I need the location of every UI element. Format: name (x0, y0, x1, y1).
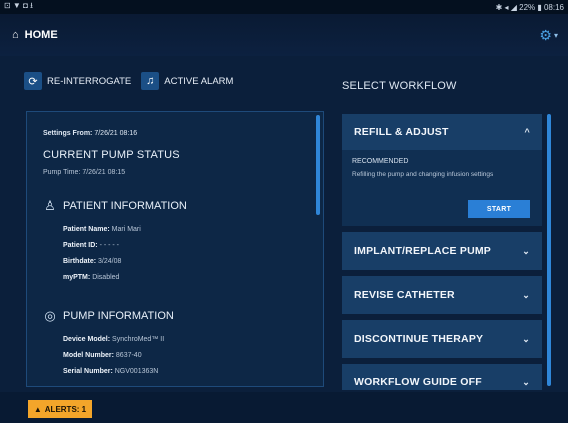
home-button[interactable]: ⌂ HOME (12, 29, 58, 41)
serial-number-label: Serial Number: (63, 368, 113, 375)
alerts-label: ALERTS: 1 (44, 404, 87, 414)
chevron-down-icon: ⌄ (522, 289, 530, 300)
settings-button[interactable]: ⚙ ▾ (539, 27, 558, 44)
model-number-label: Model Number: (63, 352, 114, 359)
start-button[interactable]: START (468, 200, 530, 218)
active-alarm-button[interactable]: ♫ ACTIVE ALARM (141, 72, 233, 90)
refill-description: Refilling the pump and changing infusion… (352, 171, 494, 178)
myptm-label: myPTM: (63, 274, 91, 281)
pump-status-content: Settings From: 7/26/21 08:16 CURRENT PUM… (43, 130, 313, 380)
patient-heading-text: PATIENT INFORMATION (63, 200, 187, 212)
workflow-label: IMPLANT/REPLACE PUMP (354, 245, 492, 257)
action-bar: ⟳ RE-INTERROGATE ♫ ACTIVE ALARM (24, 72, 233, 90)
workflow-label: DISCONTINUE THERAPY (354, 333, 484, 345)
alerts-button[interactable]: ▲ ALERTS: 1 (28, 400, 92, 418)
chevron-up-icon: ^ (524, 127, 530, 137)
device-model-row: Device Model: SynchroMed™ II (63, 332, 313, 348)
serial-number-row: Serial Number: NGV001363N (63, 364, 313, 380)
workflow-implant-replace[interactable]: IMPLANT/REPLACE PUMP ⌄ (342, 232, 542, 270)
patient-id-value: - - - - - (99, 242, 120, 249)
refresh-icon: ⟳ (24, 72, 42, 90)
myptm-value: Disabled (92, 274, 120, 281)
chevron-down-icon: ⌄ (522, 333, 530, 344)
reinterrogate-label: RE-INTERROGATE (47, 75, 132, 87)
patient-details: Patient Name: Mari Mari Patient ID: - - … (63, 222, 313, 286)
app-bar: ⌂ HOME ⚙ ▾ (0, 14, 568, 56)
refill-adjust-details: RECOMMENDED Refilling the pump and chang… (342, 150, 542, 226)
settings-from-value: 7/26/21 08:16 (94, 130, 138, 137)
patient-name-label: Patient Name: (63, 226, 110, 233)
pump-time-label: Pump Time: (43, 169, 81, 176)
status-scrollbar[interactable] (316, 115, 320, 215)
home-icon: ⌂ (12, 29, 19, 41)
system-status-bar: ⊡ ▼ ◘ ⭳ ✱ ◂ ◢ 22% ▮ 08:16 (0, 0, 568, 14)
patient-name-value: Mari Mari (111, 226, 141, 233)
current-pump-status-heading: CURRENT PUMP STATUS (43, 149, 180, 161)
status-bar-left: ⊡ ▼ ◘ ⭳ (4, 1, 33, 10)
birthdate-label: Birthdate: (63, 258, 97, 265)
birthdate-row: Birthdate: 3/24/08 (63, 254, 313, 270)
model-number-row: Model Number: 8637-40 (63, 348, 313, 364)
workflow-label: WORKFLOW GUIDE OFF (354, 376, 482, 388)
pump-icon: ◎ (44, 308, 56, 323)
workflow-refill-adjust[interactable]: REFILL & ADJUST ^ (342, 114, 542, 150)
patient-id-row: Patient ID: - - - - - (63, 238, 313, 254)
workflow-revise-catheter[interactable]: REVISE CATHETER ⌄ (342, 276, 542, 314)
select-workflow-title: SELECT WORKFLOW (342, 80, 457, 92)
device-model-value: SynchroMed™ II (112, 336, 165, 343)
patient-information-heading: ♙ PATIENT INFORMATION (43, 198, 313, 214)
reinterrogate-button[interactable]: ⟳ RE-INTERROGATE (24, 72, 131, 90)
workflow-guide-off[interactable]: WORKFLOW GUIDE OFF ⌄ (342, 364, 542, 390)
settings-from-label: Settings From: (43, 130, 93, 137)
pump-heading-text: PUMP INFORMATION (63, 310, 174, 322)
patient-name-row: Patient Name: Mari Mari (63, 222, 313, 238)
chevron-down-icon: ⌄ (522, 245, 530, 256)
device-model-label: Device Model: (63, 336, 111, 343)
workflow-label: REVISE CATHETER (354, 289, 455, 301)
home-title: HOME (24, 29, 58, 41)
settings-from: Settings From: 7/26/21 08:16 (43, 130, 313, 137)
person-icon: ♙ (44, 198, 56, 213)
bell-icon: ♫ (141, 72, 160, 90)
pump-time: Pump Time: 7/26/21 08:15 (43, 169, 313, 176)
chevron-down-icon: ▾ (553, 30, 558, 40)
model-number-value: 8637-40 (115, 352, 142, 359)
pump-time-value: 7/26/21 08:15 (82, 169, 126, 176)
pump-status-panel[interactable]: Settings From: 7/26/21 08:16 CURRENT PUM… (26, 111, 324, 387)
workflow-label: REFILL & ADJUST (354, 126, 449, 138)
birthdate-value: 3/24/08 (98, 258, 122, 265)
warning-icon: ▲ (33, 404, 42, 414)
pump-information-heading: ◎ PUMP INFORMATION (43, 308, 313, 324)
status-bar-right: ✱ ◂ ◢ 22% ▮ 08:16 (495, 2, 564, 12)
workflow-discontinue-therapy[interactable]: DISCONTINUE THERAPY ⌄ (342, 320, 542, 358)
workflow-scrollbar[interactable] (547, 114, 551, 386)
chevron-down-icon: ⌄ (522, 377, 530, 387)
gear-icon: ⚙ (539, 26, 552, 43)
patient-id-label: Patient ID: (63, 242, 98, 249)
pump-details: Device Model: SynchroMed™ II Model Numbe… (63, 332, 313, 380)
myptm-row: myPTM: Disabled (63, 270, 313, 286)
active-alarm-label: ACTIVE ALARM (164, 75, 234, 87)
serial-number-value: NGV001363N (114, 368, 159, 375)
recommended-label: RECOMMENDED (352, 158, 409, 165)
